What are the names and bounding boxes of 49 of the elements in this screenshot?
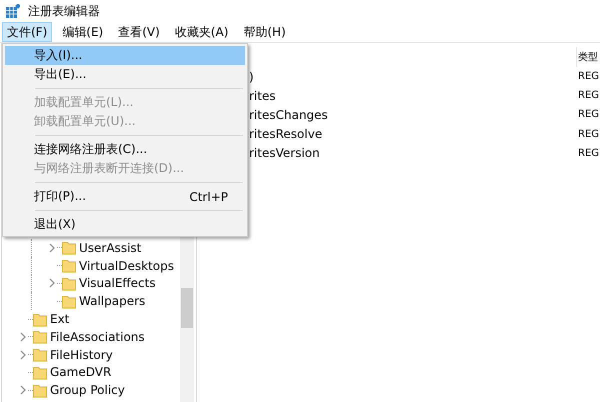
tree-item[interactable]: VirtualDesktops (79, 258, 174, 273)
folder-icon (62, 258, 76, 274)
chevron-icon[interactable] (19, 332, 28, 342)
tree-item[interactable]: GameDVR (50, 365, 112, 380)
chevron-icon[interactable] (19, 350, 28, 360)
menu-entry[interactable]: 导出(E)... (5, 65, 245, 84)
menu-item[interactable]: 编辑(E) (57, 22, 108, 42)
folder-icon (33, 312, 47, 327)
tree-item[interactable]: FileAssociations (50, 330, 145, 344)
folder-icon (62, 294, 76, 309)
value-name[interactable]: rites (249, 88, 276, 103)
value-type: REG (577, 70, 600, 84)
menu-item[interactable]: 文件(F) (2, 22, 52, 42)
scrollbar-thumb[interactable] (181, 288, 193, 328)
folder-icon (33, 329, 47, 344)
folder-icon (33, 382, 47, 398)
value-type: REG (577, 128, 600, 142)
value-type: REG (577, 89, 600, 104)
value-name[interactable]: ritesChanges (249, 108, 328, 122)
menu-entry[interactable]: 退出(X) (5, 215, 245, 234)
value-type: REG (577, 108, 600, 122)
chevron-icon[interactable] (19, 385, 28, 396)
tree-item[interactable]: Wallpapers (79, 294, 146, 308)
folder-icon (62, 276, 76, 291)
tree-item[interactable]: Group Policy (50, 383, 125, 398)
menu-item[interactable]: 查看(V) (113, 22, 165, 42)
value-type: REG (577, 146, 600, 161)
window-title: 注册表编辑器 (28, 2, 100, 20)
menu-entry[interactable]: 导入(I)... (5, 46, 245, 65)
folder-icon (33, 347, 47, 362)
tree-item[interactable]: FileHistory (50, 348, 113, 362)
value-name[interactable]: ritesResolve (249, 127, 322, 142)
chevron-icon[interactable] (48, 278, 57, 288)
tree-item[interactable]: Ext (50, 312, 70, 326)
tree-item[interactable]: UserAssist (79, 240, 142, 255)
shortcut-label: Ctrl+P (189, 190, 228, 204)
menu-entry[interactable]: 打印(P)... Ctrl+P (5, 187, 245, 206)
app-icon (6, 4, 20, 18)
menu-entry[interactable]: 连接网络注册表(C)... (5, 140, 245, 159)
folder-icon (62, 240, 76, 256)
chevron-icon[interactable] (48, 242, 57, 253)
menu-item[interactable]: 收藏夹(A) (170, 22, 234, 42)
folder-icon (33, 364, 47, 380)
menu-item[interactable]: 帮助(H) (238, 22, 291, 42)
column-header[interactable]: 类型 (576, 47, 600, 67)
value-name[interactable]: ) (249, 70, 254, 84)
value-name[interactable]: ritesVersion (249, 146, 320, 160)
scrollbar[interactable] (180, 237, 194, 402)
tree-item[interactable]: VisualEffects (79, 276, 156, 290)
